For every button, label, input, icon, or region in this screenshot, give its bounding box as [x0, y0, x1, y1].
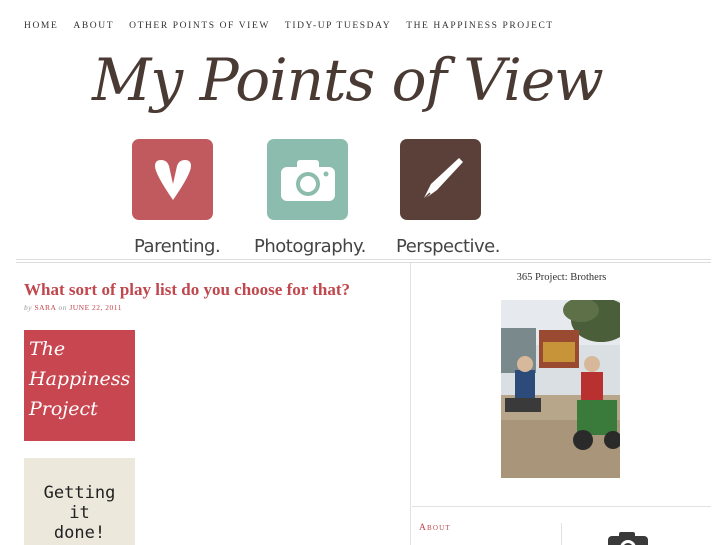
byline-on: on: [58, 303, 67, 312]
heart-icon: [154, 159, 191, 200]
image-text-line: it: [69, 503, 90, 523]
nav-other-points-of-view[interactable]: OTHER POINTS OF VIEW: [129, 21, 270, 31]
nav-home[interactable]: HOME: [24, 21, 58, 31]
image-text-line: Project: [29, 398, 98, 420]
site-logo[interactable]: My Points of View: [92, 34, 604, 126]
nav-happiness-project[interactable]: THE HAPPINESS PROJECT: [406, 21, 554, 31]
post-title[interactable]: What sort of play list do you choose for…: [24, 280, 350, 300]
camera-icon: [280, 159, 335, 201]
happiness-project-image[interactable]: The Happiness Project: [24, 330, 135, 441]
image-text-line: Happiness: [29, 368, 131, 390]
nav-about[interactable]: ABOUT: [73, 21, 114, 31]
post-date[interactable]: JUNE 22, 2011: [69, 303, 122, 312]
pen-icon: [421, 157, 463, 201]
site-title: My Points of View: [92, 46, 604, 114]
category-label-photography[interactable]: Photography.: [254, 236, 366, 257]
photo-widget-title: 365 Project: Brothers: [516, 272, 607, 283]
parenting-category-button[interactable]: [132, 139, 213, 220]
image-text-line: done!: [53, 523, 106, 543]
nav-tidy-up-tuesday[interactable]: TIDY-UP TUESDAY: [285, 21, 391, 31]
top-navigation: HOME ABOUT OTHER POINTS OF VIEW TIDY-UP …: [24, 21, 569, 31]
post-byline: by SARA on JUNE 22, 2011: [24, 303, 122, 312]
brothers-photo[interactable]: [501, 300, 620, 478]
column-separator: [410, 263, 411, 545]
sidebar-divider: [412, 506, 711, 507]
byline-by: by: [24, 303, 33, 312]
category-label-parenting[interactable]: Parenting.: [134, 236, 221, 257]
image-text-line: Getting: [43, 483, 116, 503]
perspective-category-button[interactable]: [400, 139, 481, 220]
header-divider: [16, 259, 711, 263]
about-heading: About: [419, 523, 451, 533]
camera-icon: [605, 531, 651, 545]
image-text-line: The: [29, 338, 66, 360]
category-label-perspective[interactable]: Perspective.: [396, 236, 500, 257]
getting-it-done-image[interactable]: Getting it done!: [24, 458, 135, 545]
photo-illustration: [501, 300, 620, 478]
post-author[interactable]: SARA: [34, 303, 56, 312]
about-separator: [561, 523, 562, 545]
photography-category-button[interactable]: [267, 139, 348, 220]
